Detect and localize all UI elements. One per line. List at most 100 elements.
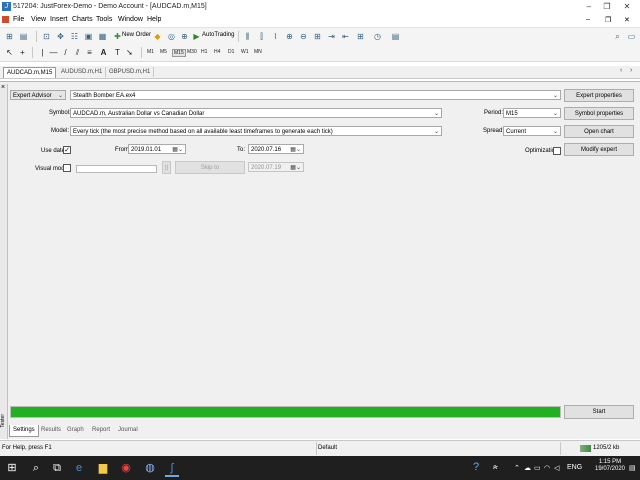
community-icon[interactable]: ⊕: [179, 31, 190, 42]
timeframe-m30[interactable]: M30: [187, 49, 197, 55]
skip-to-date-field[interactable]: 2020.07.19 ▦⌄: [248, 162, 304, 172]
skip-to-button[interactable]: Skip to: [175, 161, 245, 174]
modify-expert-button[interactable]: Modify expert: [564, 143, 634, 156]
line-chart-icon[interactable]: ⌇: [270, 31, 281, 42]
menu-tools[interactable]: Tools: [96, 16, 112, 23]
menu-view[interactable]: View: [31, 16, 46, 23]
help-tray-icon[interactable]: ?: [473, 461, 479, 473]
timeframe-w1[interactable]: W1: [241, 49, 249, 55]
input-language[interactable]: ENG: [567, 464, 582, 471]
tab-settings[interactable]: Settings: [9, 425, 39, 437]
new-chart-icon[interactable]: ⊞: [4, 31, 15, 42]
taskbar-search-icon[interactable]: ⌕: [29, 461, 43, 475]
search-icon[interactable]: ⌕: [612, 31, 623, 42]
from-date-field[interactable]: 2019.01.01 ▦⌄: [128, 144, 186, 154]
zoom-in-icon[interactable]: ⊕: [284, 31, 295, 42]
trendline-icon[interactable]: /: [60, 47, 71, 58]
optimization-checkbox[interactable]: [553, 147, 561, 155]
tab-graph[interactable]: Graph: [64, 425, 87, 436]
visual-speed-slider[interactable]: [76, 165, 157, 173]
metatrader-taskbar-icon[interactable]: ʃ: [165, 461, 179, 477]
model-select[interactable]: Every tick (the most precise method base…: [70, 126, 442, 136]
horizontal-line-icon[interactable]: —: [48, 47, 59, 58]
timeframe-mn[interactable]: MN: [254, 49, 262, 55]
cursor-icon[interactable]: ↖: [4, 47, 15, 58]
tab-report[interactable]: Report: [89, 425, 113, 436]
people-tray-icon[interactable]: ጵ: [493, 464, 498, 472]
metaeditor-icon[interactable]: ◆: [152, 31, 163, 42]
child-close-icon[interactable]: ✕: [624, 16, 630, 24]
vertical-line-icon[interactable]: |: [37, 47, 48, 58]
chart-shift-icon[interactable]: ⇤: [340, 31, 351, 42]
chart-tab-gbpusd[interactable]: GBPUSD.m,H1: [106, 67, 155, 77]
restore-icon[interactable]: ❐: [601, 2, 613, 11]
open-chart-button[interactable]: Open chart: [564, 125, 634, 138]
battery-icon[interactable]: ▭: [534, 464, 541, 472]
minimize-icon[interactable]: –: [583, 2, 595, 11]
file-explorer-icon[interactable]: ▆: [96, 461, 110, 475]
clock[interactable]: 1:15 PM 19/07/2020: [594, 459, 626, 472]
text-label-icon[interactable]: T: [112, 47, 123, 58]
chrome-browser-icon[interactable]: ◉: [119, 461, 133, 475]
child-restore-icon[interactable]: ❐: [605, 16, 611, 24]
edge-browser-icon[interactable]: e: [72, 461, 86, 475]
tile-windows-icon[interactable]: ⊞: [312, 31, 323, 42]
timeframe-m5[interactable]: M5: [160, 49, 167, 55]
timeframe-m15[interactable]: M15: [172, 49, 186, 57]
candlesticks-icon[interactable]: ⫿: [256, 31, 267, 42]
close-icon[interactable]: ✕: [621, 2, 633, 11]
terminal-icon[interactable]: ▣: [83, 31, 94, 42]
periods-icon[interactable]: ◷: [372, 31, 383, 42]
strategy-tester-icon[interactable]: ▦: [97, 31, 108, 42]
symbol-select[interactable]: AUDCAD.m, Australian Dollar vs Canadian …: [70, 108, 442, 118]
autotrading-button[interactable]: ▶ AutoTrading: [191, 30, 236, 43]
auto-scroll-icon[interactable]: ⇥: [326, 31, 337, 42]
navigator-icon[interactable]: ☷: [69, 31, 80, 42]
volume-icon[interactable]: ◁: [554, 464, 559, 472]
expert-select[interactable]: Stealth Bomber EA.ex4 ⌄: [70, 90, 561, 100]
chart-tab-audusd[interactable]: AUDUSD.m,H1: [58, 67, 107, 77]
bar-chart-icon[interactable]: ⫼: [242, 31, 253, 42]
crosshair-icon[interactable]: +: [17, 47, 28, 58]
close-tester-icon[interactable]: ×: [1, 84, 5, 91]
tab-journal[interactable]: Journal: [115, 425, 141, 436]
period-select[interactable]: M15 ⌄: [503, 108, 561, 118]
timeframe-m1[interactable]: M1: [147, 49, 154, 55]
cloud-tray-icon[interactable]: ☁: [524, 464, 531, 472]
show-hidden-icons[interactable]: ⌃: [514, 464, 520, 472]
menu-window[interactable]: Window: [118, 16, 143, 23]
profiles-icon[interactable]: ▤: [18, 31, 29, 42]
child-minimize-icon[interactable]: –: [586, 16, 590, 23]
menu-file[interactable]: File: [13, 16, 24, 23]
notifications-icon[interactable]: ▤: [629, 464, 636, 472]
market-watch-icon[interactable]: ⊡: [41, 31, 52, 42]
use-date-checkbox[interactable]: ✓: [63, 146, 71, 154]
signals-icon[interactable]: ◎: [166, 31, 177, 42]
symbol-properties-button[interactable]: Symbol properties: [564, 107, 634, 120]
pause-button[interactable]: ||: [162, 161, 171, 174]
text-icon[interactable]: A: [98, 47, 109, 58]
timeframe-h4[interactable]: H4: [214, 49, 220, 55]
timeframe-d1[interactable]: D1: [228, 49, 234, 55]
zoom-out-icon[interactable]: ⊖: [298, 31, 309, 42]
tester-type-select[interactable]: Expert Advisor ⌄: [10, 90, 66, 100]
menu-charts[interactable]: Charts: [72, 16, 93, 23]
tab-scroll-left-icon[interactable]: ‹: [620, 67, 622, 74]
app-shield-icon[interactable]: ◍: [143, 461, 157, 475]
chart-tab-audcad[interactable]: AUDCAD.m,M15: [3, 67, 57, 78]
arrows-icon[interactable]: ➘: [124, 47, 135, 58]
tab-results[interactable]: Results: [38, 425, 64, 436]
menu-help[interactable]: Help: [147, 16, 161, 23]
equidistant-channel-icon[interactable]: ⫽: [72, 47, 83, 58]
wifi-icon[interactable]: ◠: [544, 464, 550, 472]
templates-icon[interactable]: ▤: [390, 31, 401, 42]
data-window-icon[interactable]: ✥: [55, 31, 66, 42]
task-view-icon[interactable]: ⧉: [50, 461, 64, 475]
start-button[interactable]: Start: [564, 405, 634, 419]
spread-select[interactable]: Current ⌄: [503, 126, 561, 136]
expert-properties-button[interactable]: Expert properties: [564, 89, 634, 102]
to-date-field[interactable]: 2020.07.16 ▦⌄: [248, 144, 304, 154]
fibonacci-icon[interactable]: ≡: [84, 47, 95, 58]
chat-icon[interactable]: ▭: [626, 31, 637, 42]
windows-start-icon[interactable]: ⊞: [5, 461, 19, 475]
